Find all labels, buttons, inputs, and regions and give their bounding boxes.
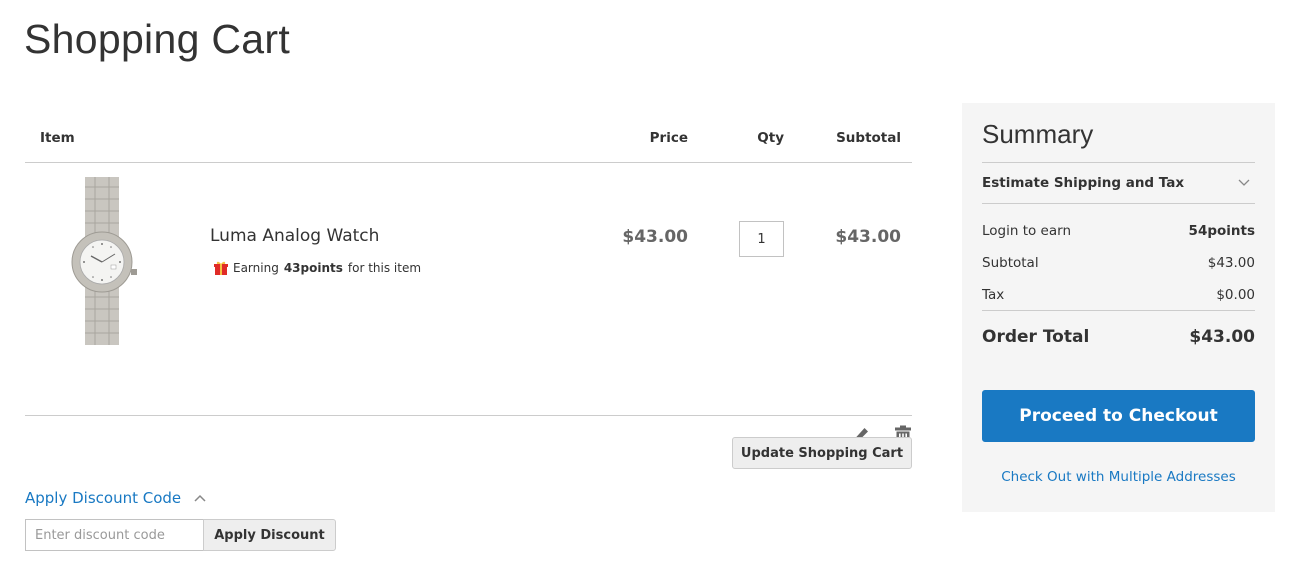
estimate-shipping-label: Estimate Shipping and Tax [982,175,1185,191]
column-header-price: Price [649,130,688,146]
cart-table-header: Item Price Qty Subtotal [25,118,912,163]
divider [982,310,1255,311]
summary-row-value: $43.00 [1207,255,1255,271]
column-header-item: Item [40,130,75,146]
divider [982,203,1255,204]
apply-discount-button[interactable]: Apply Discount [203,519,336,551]
order-total-label: Order Total [982,327,1090,347]
discount-code-input[interactable] [25,519,203,551]
product-name-link[interactable]: Luma Analog Watch [210,226,379,246]
earn-points-note: Earning 43points for this item [214,261,421,275]
gift-icon [214,261,228,275]
summary-row-value: 54points [1188,223,1255,239]
summary-row-label: Login to earn [982,223,1072,239]
summary-row-tax: Tax $0.00 [982,287,1255,303]
qty-input[interactable] [739,221,784,257]
page-title: Shopping Cart [24,16,291,62]
discount-form: Apply Discount [25,519,336,551]
earn-prefix: Earning [233,261,279,275]
item-price: $43.00 [622,227,688,247]
cart-item-row: Luma Analog Watch Earning 43points for t… [25,163,912,445]
proceed-to-checkout-button[interactable]: Proceed to Checkout [982,390,1255,442]
order-total-row: Order Total $43.00 [982,327,1255,347]
summary-row-label: Tax [982,287,1005,303]
item-subtotal: $43.00 [835,227,901,247]
estimate-shipping-toggle[interactable]: Estimate Shipping and Tax [982,163,1255,205]
summary-row-value: $0.00 [1216,287,1255,303]
cart-table: Item Price Qty Subtotal Luma Analog Watc… [25,118,912,445]
summary-row-login-earn: Login to earn 54points [982,223,1255,239]
apply-discount-toggle[interactable]: Apply Discount Code [25,489,207,507]
order-total-value: $43.00 [1189,327,1255,347]
summary-row-label: Subtotal [982,255,1039,271]
earn-suffix: for this item [347,261,422,275]
column-header-qty: Qty [757,130,784,146]
chevron-down-icon [1238,179,1250,186]
multiple-addresses-link[interactable]: Check Out with Multiple Addresses [962,469,1275,485]
summary-row-subtotal: Subtotal $43.00 [982,255,1255,271]
summary-title: Summary [982,119,1094,149]
column-header-subtotal: Subtotal [836,130,901,146]
earn-points-value: 43points [283,261,343,275]
order-summary: Summary Estimate Shipping and Tax Login … [962,103,1275,512]
product-image[interactable] [55,177,155,345]
apply-discount-title: Apply Discount Code [25,489,182,507]
chevron-up-icon [194,494,206,502]
update-shopping-cart-button[interactable]: Update Shopping Cart [732,437,912,469]
